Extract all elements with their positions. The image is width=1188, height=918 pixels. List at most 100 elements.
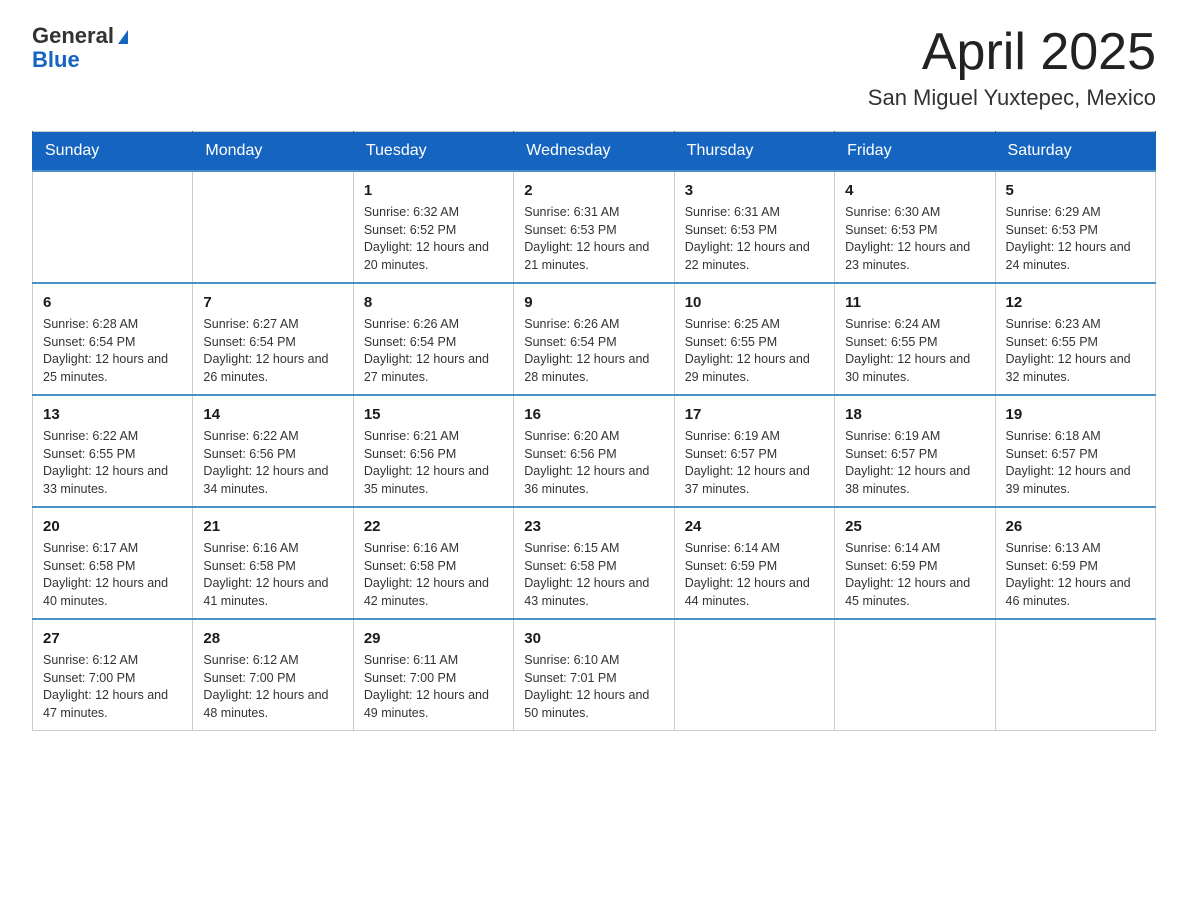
day-info: Sunrise: 6:22 AMSunset: 6:55 PMDaylight:… [43,428,182,498]
day-number: 16 [524,404,663,425]
calendar-cell: 15Sunrise: 6:21 AMSunset: 6:56 PMDayligh… [353,395,513,507]
page-header: General Blue April 2025 San Miguel Yuxte… [32,24,1156,111]
calendar-cell: 4 Sunrise: 6:30 AMSunset: 6:53 PMDaylight… [835,171,995,283]
calendar-table: SundayMondayTuesdayWednesdayThursdayFrid… [32,131,1156,731]
calendar-cell: 18 Sunrise: 6:19 AMSunset: 6:57 PMDayligh… [835,395,995,507]
calendar-week-row: 27 Sunrise: 6:12 AMSunset: 7:00 PMDayligh… [33,619,1156,731]
day-number: 11 [845,292,984,313]
calendar-cell: 6Sunrise: 6:28 AMSunset: 6:54 PMDaylight… [33,283,193,395]
calendar-cell: 19 Sunrise: 6:18 AMSunset: 6:57 PMDayligh… [995,395,1155,507]
day-info: Sunrise: 6:29 AMSunset: 6:53 PMDaylight:… [1006,204,1145,274]
day-info: Sunrise: 6:32 AMSunset: 6:52 PMDaylight:… [364,204,503,274]
calendar-cell: 16 Sunrise: 6:20 AMSunset: 6:56 PMDayligh… [514,395,674,507]
day-info: Sunrise: 6:19 AMSunset: 6:57 PMDaylight:… [685,428,824,498]
day-info: Sunrise: 6:31 AMSunset: 6:53 PMDaylight:… [524,204,663,274]
weekday-header-saturday: Saturday [995,132,1155,172]
day-number: 30 [524,628,663,649]
day-info: Sunrise: 6:31 AMSunset: 6:53 PMDaylight:… [685,204,824,274]
day-info: Sunrise: 6:26 AMSunset: 6:54 PMDaylight:… [524,316,663,386]
calendar-cell: 21Sunrise: 6:16 AMSunset: 6:58 PMDayligh… [193,507,353,619]
day-number: 10 [685,292,824,313]
calendar-cell: 12 Sunrise: 6:23 AMSunset: 6:55 PMDayligh… [995,283,1155,395]
calendar-cell: 10 Sunrise: 6:25 AMSunset: 6:55 PMDayligh… [674,283,834,395]
logo: General Blue [32,24,128,72]
day-info: Sunrise: 6:20 AMSunset: 6:56 PMDaylight:… [524,428,663,498]
logo-general-text: General [32,23,114,48]
calendar-week-row: 13 Sunrise: 6:22 AMSunset: 6:55 PMDayligh… [33,395,1156,507]
weekday-header-sunday: Sunday [33,132,193,172]
calendar-cell: 27 Sunrise: 6:12 AMSunset: 7:00 PMDayligh… [33,619,193,731]
day-info: Sunrise: 6:18 AMSunset: 6:57 PMDaylight:… [1006,428,1145,498]
day-number: 25 [845,516,984,537]
day-number: 28 [203,628,342,649]
day-number: 2 [524,180,663,201]
day-info: Sunrise: 6:25 AMSunset: 6:55 PMDaylight:… [685,316,824,386]
calendar-cell: 26Sunrise: 6:13 AMSunset: 6:59 PMDayligh… [995,507,1155,619]
calendar-cell: 8 Sunrise: 6:26 AMSunset: 6:54 PMDaylight… [353,283,513,395]
calendar-cell: 3 Sunrise: 6:31 AMSunset: 6:53 PMDaylight… [674,171,834,283]
day-number: 4 [845,180,984,201]
calendar-cell: 29Sunrise: 6:11 AMSunset: 7:00 PMDayligh… [353,619,513,731]
day-number: 9 [524,292,663,313]
day-info: Sunrise: 6:12 AMSunset: 7:00 PMDaylight:… [203,652,342,722]
calendar-cell [193,171,353,283]
day-number: 23 [524,516,663,537]
day-info: Sunrise: 6:10 AMSunset: 7:01 PMDaylight:… [524,652,663,722]
day-info: Sunrise: 6:16 AMSunset: 6:58 PMDaylight:… [364,540,503,610]
day-number: 7 [203,292,342,313]
logo-triangle-icon [118,30,128,44]
day-number: 8 [364,292,503,313]
day-number: 22 [364,516,503,537]
location-subtitle: San Miguel Yuxtepec, Mexico [868,85,1156,111]
calendar-cell: 1Sunrise: 6:32 AMSunset: 6:52 PMDaylight… [353,171,513,283]
day-number: 29 [364,628,503,649]
calendar-cell: 24Sunrise: 6:14 AMSunset: 6:59 PMDayligh… [674,507,834,619]
calendar-cell: 13 Sunrise: 6:22 AMSunset: 6:55 PMDayligh… [33,395,193,507]
day-number: 27 [43,628,182,649]
calendar-cell: 20 Sunrise: 6:17 AMSunset: 6:58 PMDayligh… [33,507,193,619]
day-number: 13 [43,404,182,425]
calendar-cell: 23Sunrise: 6:15 AMSunset: 6:58 PMDayligh… [514,507,674,619]
calendar-cell: 9 Sunrise: 6:26 AMSunset: 6:54 PMDaylight… [514,283,674,395]
calendar-week-row: 6Sunrise: 6:28 AMSunset: 6:54 PMDaylight… [33,283,1156,395]
day-info: Sunrise: 6:12 AMSunset: 7:00 PMDaylight:… [43,652,182,722]
day-number: 18 [845,404,984,425]
day-info: Sunrise: 6:22 AMSunset: 6:56 PMDaylight:… [203,428,342,498]
day-number: 12 [1006,292,1145,313]
day-info: Sunrise: 6:21 AMSunset: 6:56 PMDaylight:… [364,428,503,498]
day-info: Sunrise: 6:14 AMSunset: 6:59 PMDaylight:… [845,540,984,610]
day-info: Sunrise: 6:23 AMSunset: 6:55 PMDaylight:… [1006,316,1145,386]
day-number: 3 [685,180,824,201]
weekday-header-tuesday: Tuesday [353,132,513,172]
day-number: 21 [203,516,342,537]
day-number: 24 [685,516,824,537]
weekday-header-thursday: Thursday [674,132,834,172]
day-info: Sunrise: 6:13 AMSunset: 6:59 PMDaylight:… [1006,540,1145,610]
title-area: April 2025 San Miguel Yuxtepec, Mexico [868,24,1156,111]
calendar-header-row: SundayMondayTuesdayWednesdayThursdayFrid… [33,132,1156,172]
day-info: Sunrise: 6:17 AMSunset: 6:58 PMDaylight:… [43,540,182,610]
day-number: 5 [1006,180,1145,201]
day-number: 20 [43,516,182,537]
calendar-cell [835,619,995,731]
day-info: Sunrise: 6:28 AMSunset: 6:54 PMDaylight:… [43,316,182,386]
day-info: Sunrise: 6:19 AMSunset: 6:57 PMDaylight:… [845,428,984,498]
calendar-cell: 5 Sunrise: 6:29 AMSunset: 6:53 PMDaylight… [995,171,1155,283]
calendar-cell: 2 Sunrise: 6:31 AMSunset: 6:53 PMDaylight… [514,171,674,283]
day-number: 17 [685,404,824,425]
day-info: Sunrise: 6:27 AMSunset: 6:54 PMDaylight:… [203,316,342,386]
day-info: Sunrise: 6:30 AMSunset: 6:53 PMDaylight:… [845,204,984,274]
logo-blue-text: Blue [32,48,128,72]
calendar-cell: 30 Sunrise: 6:10 AMSunset: 7:01 PMDayligh… [514,619,674,731]
weekday-header-wednesday: Wednesday [514,132,674,172]
calendar-cell [674,619,834,731]
day-number: 14 [203,404,342,425]
weekday-header-friday: Friday [835,132,995,172]
day-info: Sunrise: 6:24 AMSunset: 6:55 PMDaylight:… [845,316,984,386]
calendar-week-row: 20 Sunrise: 6:17 AMSunset: 6:58 PMDayligh… [33,507,1156,619]
month-title: April 2025 [868,24,1156,81]
day-info: Sunrise: 6:26 AMSunset: 6:54 PMDaylight:… [364,316,503,386]
day-number: 19 [1006,404,1145,425]
calendar-cell: 17 Sunrise: 6:19 AMSunset: 6:57 PMDayligh… [674,395,834,507]
calendar-cell: 7 Sunrise: 6:27 AMSunset: 6:54 PMDaylight… [193,283,353,395]
